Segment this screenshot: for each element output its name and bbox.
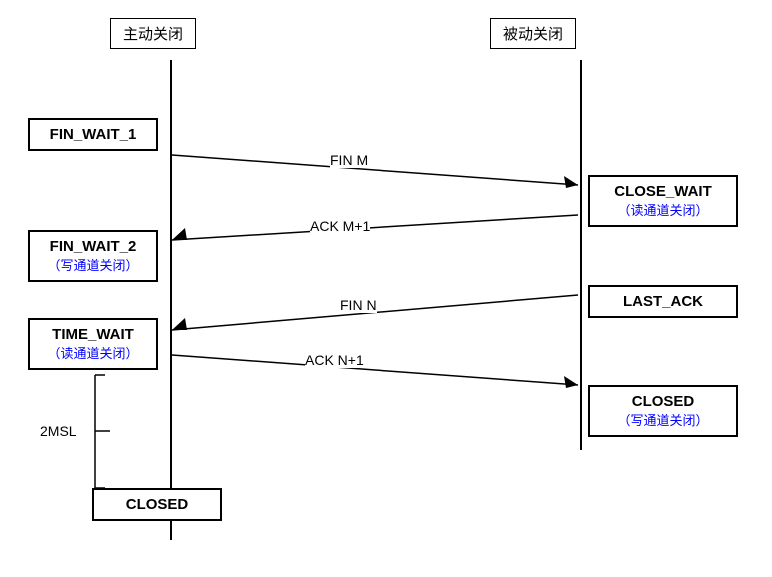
fin-wait-2-box: FIN_WAIT_2 （写通道关闭） — [28, 230, 158, 282]
right-vline — [580, 60, 582, 450]
last-ack-box: LAST_ACK — [588, 285, 738, 318]
fin-wait-1-label: FIN_WAIT_1 — [40, 126, 146, 143]
closed-right-box: CLOSED （写通道关闭） — [588, 385, 738, 437]
fin-wait-2-label: FIN_WAIT_2 — [40, 238, 146, 255]
brace-2msl-label: 2MSL — [40, 423, 77, 439]
left-vline — [170, 60, 172, 540]
ack-m1-label: ACK M+1 — [310, 218, 370, 234]
fin-wait-2-sub: （写通道关闭） — [40, 255, 146, 274]
time-wait-label: TIME_WAIT — [40, 326, 146, 343]
left-header: 主动关闭 — [110, 18, 196, 49]
fin-m-label: FIN M — [330, 152, 368, 168]
time-wait-sub: （读通道关闭） — [40, 343, 146, 362]
right-header: 被动关闭 — [490, 18, 576, 49]
fin-wait-1-box: FIN_WAIT_1 — [28, 118, 158, 151]
last-ack-label: LAST_ACK — [600, 293, 726, 310]
diagram-container: 主动关闭 被动关闭 FIN_WAIT_1 FIN_WAIT_2 （写通道关闭） … — [0, 0, 772, 577]
closed-left-label: CLOSED — [104, 496, 210, 513]
time-wait-box: TIME_WAIT （读通道关闭） — [28, 318, 158, 370]
fin-n-label: FIN N — [340, 297, 377, 313]
ack-n1-label: ACK N+1 — [305, 352, 364, 368]
close-wait-sub: （读通道关闭） — [600, 200, 726, 219]
closed-right-label: CLOSED — [600, 393, 726, 410]
closed-right-sub: （写通道关闭） — [600, 410, 726, 429]
close-wait-label: CLOSE_WAIT — [600, 183, 726, 200]
close-wait-box: CLOSE_WAIT （读通道关闭） — [588, 175, 738, 227]
closed-left-box: CLOSED — [92, 488, 222, 521]
